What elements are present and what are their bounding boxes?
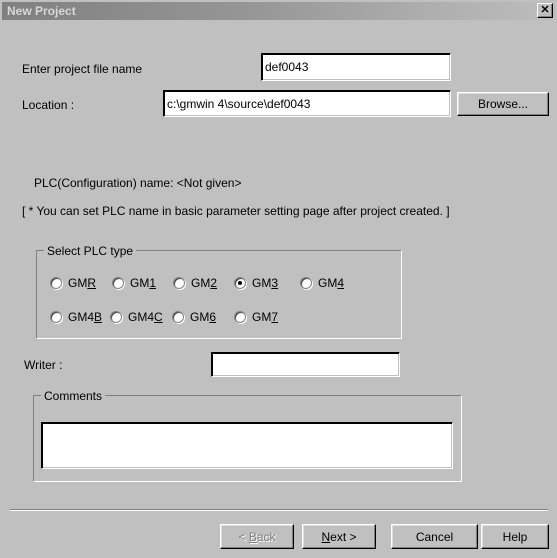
next-button-label: Next > xyxy=(321,529,357,544)
radio-gm4[interactable]: GM4 xyxy=(300,276,344,290)
back-button[interactable]: < Back xyxy=(220,524,294,549)
radio-indicator-gm6[interactable] xyxy=(172,311,184,323)
radio-gm7[interactable]: GM7 xyxy=(234,310,278,324)
comments-group-title: Comments xyxy=(41,389,106,403)
radio-indicator-gm1[interactable] xyxy=(112,277,124,289)
location-label: Location : xyxy=(22,98,75,112)
radio-label-gm6: GM6 xyxy=(190,310,217,324)
title-bar-buttons: ✕ xyxy=(537,3,553,18)
plc-configuration-name: PLC(Configuration) name: <Not given> xyxy=(34,176,242,190)
radio-gm3[interactable]: GM3 xyxy=(234,276,278,290)
radio-label-gm4c: GM4C xyxy=(128,310,163,324)
plc-name-hint: [ * You can set PLC name in basic parame… xyxy=(22,204,450,218)
select-plc-type-title: Select PLC type xyxy=(44,244,137,258)
project-file-name-label: Enter project file name xyxy=(22,62,143,76)
radio-indicator-gm3[interactable] xyxy=(234,277,246,289)
radio-indicator-gm2[interactable] xyxy=(173,277,185,289)
window-title: New Project xyxy=(7,4,76,18)
location-input[interactable]: c:\gmwin 4\source\def0043 xyxy=(163,90,451,117)
writer-input[interactable] xyxy=(211,352,400,377)
radio-gm1[interactable]: GM1 xyxy=(112,276,156,290)
footer-separator xyxy=(10,509,548,511)
radio-label-gm4: GM4 xyxy=(318,276,345,290)
writer-label: Writer : xyxy=(24,358,63,372)
comments-textarea[interactable] xyxy=(41,422,453,469)
title-bar: New Project ✕ xyxy=(2,2,555,20)
radio-gm4b[interactable]: GM4B xyxy=(50,310,102,324)
radio-label-gm2: GM2 xyxy=(191,276,218,290)
radio-label-gm1: GM1 xyxy=(130,276,157,290)
radio-indicator-gmr[interactable] xyxy=(50,277,62,289)
radio-indicator-gm4b[interactable] xyxy=(50,311,62,323)
radio-label-gm4b: GM4B xyxy=(68,310,103,324)
radio-gm2[interactable]: GM2 xyxy=(173,276,217,290)
radio-gm4c[interactable]: GM4C xyxy=(110,310,163,324)
radio-indicator-gm7[interactable] xyxy=(234,311,246,323)
radio-label-gm7: GM7 xyxy=(252,310,279,324)
browse-button[interactable]: Browse... xyxy=(457,92,549,116)
next-button[interactable]: Next > xyxy=(302,524,376,549)
new-project-dialog: New Project ✕ Enter project file name de… xyxy=(0,0,557,558)
radio-gmr[interactable]: GMR xyxy=(50,276,96,290)
radio-label-gm3: GM3 xyxy=(252,276,279,290)
radio-label-gmr: GMR xyxy=(68,276,97,290)
close-icon[interactable]: ✕ xyxy=(537,3,553,18)
radio-indicator-gm4[interactable] xyxy=(300,277,312,289)
cancel-button[interactable]: Cancel xyxy=(391,524,478,549)
select-plc-type-group: Select PLC type xyxy=(36,244,402,339)
help-button[interactable]: Help xyxy=(481,524,549,549)
radio-gm6[interactable]: GM6 xyxy=(172,310,216,324)
project-file-name-input[interactable]: def0043 xyxy=(261,53,451,81)
back-button-label: < Back xyxy=(238,529,276,544)
radio-indicator-gm4c[interactable] xyxy=(110,311,122,323)
